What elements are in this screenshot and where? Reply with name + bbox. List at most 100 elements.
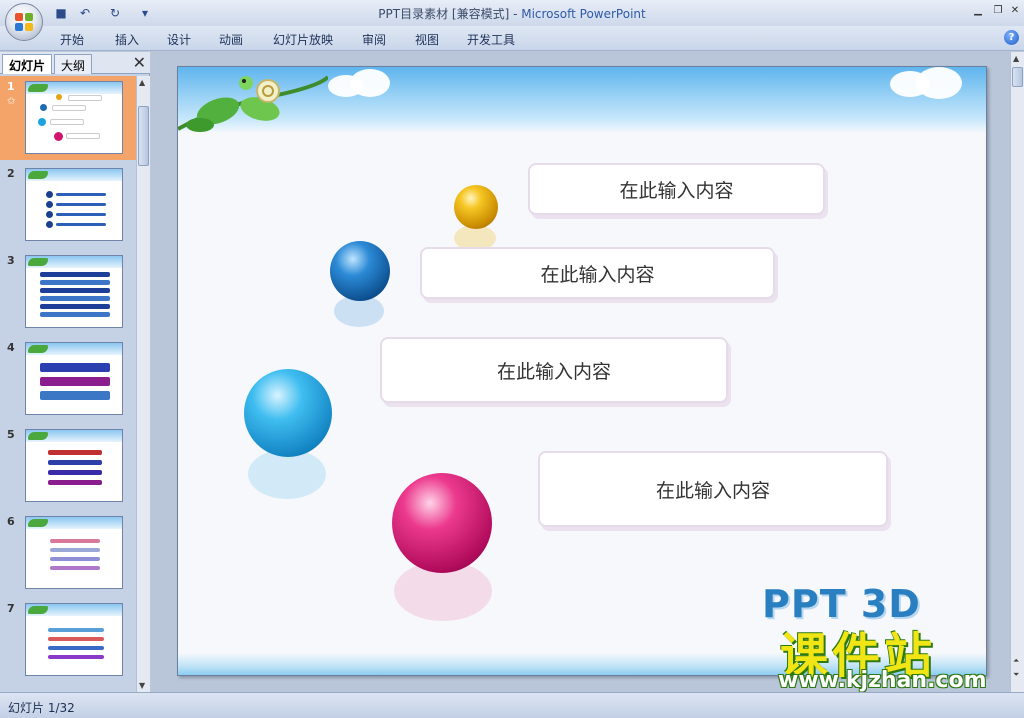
thumb-bar [48, 480, 102, 485]
thumb-bar [56, 223, 106, 226]
scroll-up-icon[interactable]: ▲ [1013, 54, 1019, 63]
thumbnail-number: 2 [7, 167, 15, 180]
slide-thumbnail-5[interactable]: 5 [0, 424, 136, 508]
content-bubble-1[interactable]: 在此输入内容 [528, 163, 825, 215]
thumb-leaf-icon [28, 258, 48, 266]
tab-home[interactable]: 开始 [60, 31, 84, 48]
thumb-leaf-icon [28, 432, 48, 440]
thumb-sphere-icon [38, 118, 46, 126]
close-icon[interactable]: ✕ [1007, 3, 1023, 17]
help-icon[interactable]: ? [1004, 30, 1019, 45]
app-name: Microsoft PowerPoint [521, 7, 646, 21]
pane-tabs: 幻灯片 大纲 ✕ [0, 52, 150, 74]
thumb-dot-icon [46, 191, 53, 198]
slide-counter: 幻灯片 1/32 [8, 701, 75, 715]
thumbnail-list: 1 ✩ 2 3 4 5 6 7 [0, 76, 136, 692]
thumbnail-preview [25, 429, 123, 502]
tab-developer[interactable]: 开发工具 [467, 31, 515, 48]
thumb-bar [50, 566, 100, 570]
thumb-bar [40, 272, 110, 277]
ribbon-tab-bar: 开始 插入 设计 动画 幻灯片放映 审阅 视图 开发工具 ? [0, 26, 1024, 51]
next-slide-icon[interactable]: ⏷ [1013, 670, 1019, 680]
cloud-icon [916, 67, 962, 99]
thumb-bar [40, 363, 110, 372]
content-bubble-2[interactable]: 在此输入内容 [420, 247, 775, 299]
thumbnail-number: 1 [7, 80, 15, 93]
thumb-bar [40, 288, 110, 293]
slide-thumbnail-6[interactable]: 6 [0, 511, 136, 595]
thumb-bar [40, 280, 110, 285]
minimize-icon[interactable]: ▁ [970, 3, 986, 17]
thumb-sphere-icon [56, 94, 62, 100]
tab-outline[interactable]: 大纲 [54, 54, 93, 74]
dark-blue-sphere [330, 241, 390, 301]
thumb-leaf-icon [28, 171, 48, 179]
tab-view[interactable]: 视图 [415, 31, 439, 48]
slide-thumbnail-7[interactable]: 7 [0, 598, 136, 682]
slide-thumbnail-4[interactable]: 4 [0, 337, 136, 421]
thumbnail-scrollbar[interactable]: ▲ ▼ [136, 76, 150, 692]
content-bubble-3[interactable]: 在此输入内容 [380, 337, 728, 403]
slide-thumbnail-1[interactable]: 1 ✩ [0, 76, 136, 160]
thumb-bar [56, 213, 106, 216]
thumbnail-preview [25, 81, 123, 154]
thumb-bar [48, 655, 104, 659]
scroll-up-icon[interactable]: ▲ [139, 78, 145, 87]
animation-star-icon: ✩ [7, 96, 16, 107]
scroll-thumb[interactable] [1012, 67, 1023, 87]
bubble-text: 在此输入内容 [496, 360, 611, 383]
tab-insert[interactable]: 插入 [115, 31, 139, 48]
thumb-sphere-icon [40, 104, 47, 111]
sky-blue-sphere [244, 369, 332, 457]
thumb-bar [40, 377, 110, 386]
slide-thumbnail-2[interactable]: 2 [0, 163, 136, 247]
bubble-text: 在此输入内容 [655, 479, 770, 502]
thumb-bar [52, 105, 86, 111]
tab-design[interactable]: 设计 [167, 31, 191, 48]
thumb-bar [50, 119, 84, 125]
cloud-icon [350, 69, 390, 97]
bubble-text: 在此输入内容 [540, 263, 655, 286]
thumb-dot-icon [46, 211, 53, 218]
thumb-bar [48, 628, 104, 632]
restore-icon[interactable]: ❐ [990, 3, 1006, 17]
thumb-dot-icon [46, 221, 53, 228]
thumbnail-preview [25, 516, 123, 589]
content-bubble-4[interactable]: 在此输入内容 [538, 451, 888, 527]
slide-thumbnail-3[interactable]: 3 [0, 250, 136, 334]
title-bar: ■ ↶ ↻ ▾ PPT目录素材 [兼容模式] - Microsoft Power… [0, 0, 1024, 26]
thumb-bar [48, 460, 102, 465]
thumbnail-preview [25, 168, 123, 241]
thumbnail-preview [25, 603, 123, 676]
thumb-sphere-icon [54, 132, 63, 141]
thumb-bar [40, 304, 110, 309]
thumbnail-number: 5 [7, 428, 15, 441]
tab-slide-show[interactable]: 幻灯片放映 [273, 31, 333, 48]
thumbnail-number: 6 [7, 515, 15, 528]
thumb-bar [48, 646, 104, 650]
previous-slide-icon[interactable]: ⏶ [1013, 656, 1019, 666]
tab-slides[interactable]: 幻灯片 [2, 54, 53, 74]
thumb-bar [56, 193, 106, 196]
scroll-down-icon[interactable]: ▼ [139, 681, 145, 690]
thumb-bar [68, 95, 102, 101]
office-logo-icon [15, 13, 33, 31]
thumb-bar [40, 391, 110, 400]
slide-scrollbar[interactable]: ▲ ⏶ ⏷ [1010, 52, 1024, 692]
thumb-bar [48, 470, 102, 475]
thumbnail-preview [25, 255, 123, 328]
scroll-thumb[interactable] [138, 106, 149, 166]
thumb-bar [40, 312, 110, 317]
thumb-bar [40, 296, 110, 301]
watermark-url: www.kjzhan.com [778, 668, 987, 693]
thumb-bar [48, 637, 104, 641]
thumb-bar [48, 450, 102, 455]
magenta-sphere [392, 473, 492, 573]
window-title: PPT目录素材 [兼容模式] - Microsoft PowerPoint [0, 5, 1024, 22]
tab-animations[interactable]: 动画 [219, 31, 243, 48]
close-pane-icon[interactable]: ✕ [133, 53, 146, 72]
office-button[interactable] [5, 3, 43, 41]
bubble-text: 在此输入内容 [619, 179, 734, 202]
thumb-leaf-icon [28, 606, 48, 614]
tab-review[interactable]: 审阅 [362, 31, 386, 48]
